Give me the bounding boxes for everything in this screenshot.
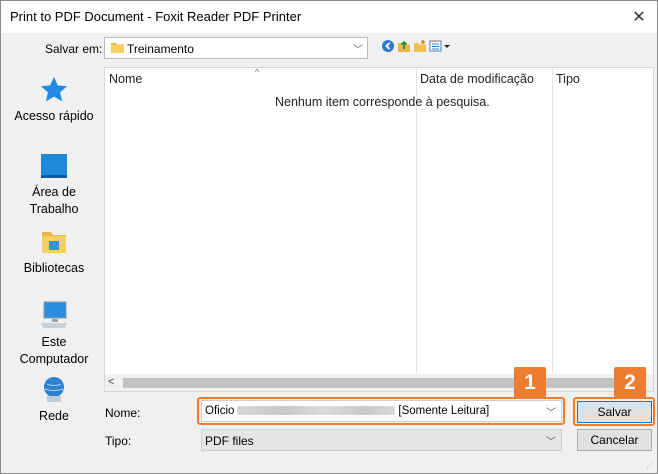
place-desktop[interactable]: Área de Trabalho: [5, 151, 103, 218]
close-icon: ✕: [632, 9, 646, 26]
chevron-down-icon: ﹀: [353, 45, 363, 56]
close-button[interactable]: ✕: [627, 5, 651, 29]
window-title: Print to PDF Document - Foxit Reader PDF…: [10, 9, 302, 24]
save-in-value: Treinamento: [127, 42, 194, 56]
file-name-label: Nome:: [105, 406, 141, 420]
column-header-type[interactable]: Tipo: [556, 72, 580, 86]
highlight-box-name: [197, 397, 565, 425]
callout-badge-2: 2: [614, 367, 646, 398]
place-label: Bibliotecas: [23, 261, 85, 275]
callout-badge-1: 1: [514, 367, 546, 398]
up-folder-icon[interactable]: [397, 39, 411, 53]
star-icon: [41, 77, 67, 102]
file-type-value: PDF files: [205, 434, 254, 448]
title-bar: Print to PDF Document - Foxit Reader PDF…: [1, 1, 657, 33]
view-menu-icon[interactable]: [429, 39, 451, 53]
file-type-label: Tipo:: [105, 434, 132, 448]
chevron-down-icon: ﹀: [546, 437, 556, 448]
place-quick-access[interactable]: Acesso rápido: [5, 75, 103, 125]
place-this-pc[interactable]: Este Computador: [5, 299, 103, 368]
place-label: Este Computador: [19, 335, 89, 366]
place-network[interactable]: Rede: [5, 375, 103, 425]
chevron-left-icon[interactable]: <: [108, 376, 114, 388]
desktop-icon: [41, 154, 67, 178]
place-label: Área de Trabalho: [29, 185, 79, 216]
highlight-box-save: [573, 397, 655, 426]
column-divider: [552, 68, 553, 373]
file-type-select[interactable]: PDF files ﹀: [201, 429, 562, 451]
save-dialog: Print to PDF Document - Foxit Reader PDF…: [0, 0, 658, 474]
horizontal-scrollbar[interactable]: <: [105, 374, 653, 391]
places-bar: Acesso rápido Área de Trabalho Bibliotec…: [5, 67, 103, 433]
place-label: Acesso rápido: [14, 109, 94, 123]
cancel-button[interactable]: Cancelar: [577, 429, 652, 451]
folder-icon: [111, 43, 124, 53]
file-list[interactable]: ^ Nome Data de modificação Tipo Nenhum i…: [104, 67, 654, 392]
back-icon[interactable]: [381, 39, 395, 53]
place-label: Rede: [39, 409, 69, 423]
empty-message: Nenhum item corresponde à pesquisa.: [275, 95, 490, 109]
sort-caret-icon: ^: [255, 67, 260, 77]
save-in-label: Salvar em:: [45, 42, 103, 56]
column-divider: [416, 68, 417, 373]
scrollbar-thumb[interactable]: [123, 378, 643, 388]
new-folder-icon[interactable]: [413, 39, 427, 53]
save-in-dropdown[interactable]: Treinamento ﹀: [104, 37, 368, 59]
computer-icon: [41, 301, 67, 328]
column-header-date[interactable]: Data de modificação: [420, 72, 534, 86]
place-libraries[interactable]: Bibliotecas: [5, 227, 103, 277]
column-header-name[interactable]: Nome: [109, 72, 142, 86]
libraries-icon: [42, 232, 66, 253]
network-icon: [44, 377, 64, 402]
resize-grip-icon[interactable]: ⋰: [646, 461, 654, 470]
